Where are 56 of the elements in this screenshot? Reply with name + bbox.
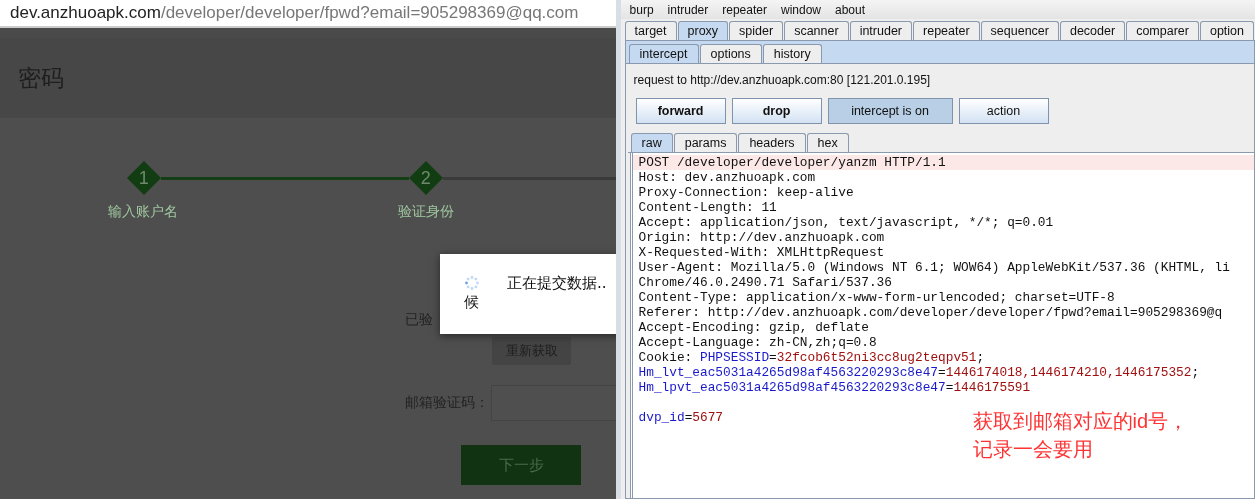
- step-label: 输入账户名: [107, 203, 179, 221]
- spinner-icon: [464, 276, 479, 290]
- request-line: POST /developer/developer/yanzm HTTP/1.1: [638, 155, 946, 170]
- menu-item[interactable]: repeater: [722, 2, 767, 17]
- request-line: Proxy-Connection: keep-alive: [638, 185, 854, 200]
- request-line: Accept: application/json, text/javascript, */*; q=0.01: [638, 215, 1054, 230]
- tab[interactable]: option: [1199, 21, 1254, 40]
- menu-item[interactable]: window: [780, 2, 821, 17]
- code-input-field[interactable]: [491, 385, 616, 421]
- request-line: Hm_lpvt_eac5031a4265d98af4563220293c8e47=1446175591: [638, 380, 1031, 395]
- tab[interactable]: sequencer: [980, 21, 1059, 40]
- toolbar-button[interactable]: forward: [635, 98, 726, 124]
- dialog-message-end: 候: [464, 293, 479, 312]
- request-info: request to http://dev.anzhuoapk.com:80 [121.201.0.195]: [632, 72, 932, 87]
- tab[interactable]: scanner: [784, 21, 849, 40]
- request-line: Content-Length: 11: [638, 200, 777, 215]
- tab[interactable]: comparer: [1126, 21, 1199, 40]
- tab[interactable]: proxy: [677, 21, 729, 40]
- request-line: Referer: http://dev.anzhuoapk.com/developer/developer/fpwd?email=905298369@q: [638, 305, 1223, 320]
- tab[interactable]: options: [699, 44, 762, 63]
- request-line: Cookie: PHPSESSID=32fcob6t52ni3cc8ug2teqpv51;: [638, 350, 985, 365]
- request-line: Chrome/46.0.2490.71 Safari/537.36: [638, 275, 892, 290]
- step-label: 验证身份: [397, 203, 455, 221]
- step-marker: 1: [127, 161, 161, 195]
- request-line: User-Agent: Mozilla/5.0 (Windows NT 6.1; WOW64) AppleWebKit/537.36 (KHTML, li: [638, 260, 1230, 275]
- toolbar-button[interactable]: action: [958, 98, 1049, 124]
- menu-item[interactable]: about: [835, 2, 866, 17]
- tab[interactable]: decoder: [1059, 21, 1126, 40]
- tab[interactable]: history: [762, 44, 822, 63]
- request-line: X-Requested-With: XMLHttpRequest: [638, 245, 885, 260]
- address-bar[interactable]: dev.anzhuoapk.com/developer/developer/fpwd?email=905298369@qq.com: [0, 0, 616, 28]
- tab[interactable]: target: [624, 21, 677, 40]
- request-line: Hm_lvt_eac5031a4265d98af4563220293c8e47=1446174018,1446174210,1446175352;: [638, 365, 1200, 380]
- request-editor[interactable]: [629, 153, 1254, 498]
- toolbar-button[interactable]: intercept is on: [827, 98, 953, 124]
- tab[interactable]: headers: [738, 133, 806, 152]
- toolbar-button[interactable]: drop: [731, 98, 822, 124]
- tab[interactable]: hex: [806, 133, 849, 152]
- annotation-text: 获取到邮箱对应的id号， 记录一会要用: [972, 409, 1189, 462]
- tab[interactable]: params: [673, 133, 738, 152]
- request-line: Content-Type: application/x-www-form-urlencoded; charset=UTF-8: [638, 290, 1115, 305]
- tab[interactable]: intercept: [628, 44, 699, 63]
- menu-item[interactable]: burp: [629, 2, 654, 17]
- request-line: Accept-Encoding: gzip, deflate: [638, 320, 869, 335]
- menu-item[interactable]: intruder: [667, 2, 709, 17]
- tab[interactable]: raw: [630, 133, 673, 152]
- request-line: dvp_id=5677: [638, 410, 724, 425]
- request-line: Accept-Language: zh-CN,zh;q=0.8: [638, 335, 877, 350]
- request-line: Origin: http://dev.anzhuoapk.com: [638, 230, 885, 245]
- tab[interactable]: spider: [729, 21, 784, 40]
- tab[interactable]: repeater: [913, 21, 980, 40]
- step-marker: 2: [409, 161, 443, 195]
- tab[interactable]: intruder: [849, 21, 912, 40]
- url-text: dev.anzhuoapk.com/developer/developer/fpwd?email=905298369@qq.com: [10, 3, 579, 23]
- dialog-message: 正在提交数据..: [507, 274, 607, 293]
- request-line: Host: dev.anzhuoapk.com: [638, 170, 816, 185]
